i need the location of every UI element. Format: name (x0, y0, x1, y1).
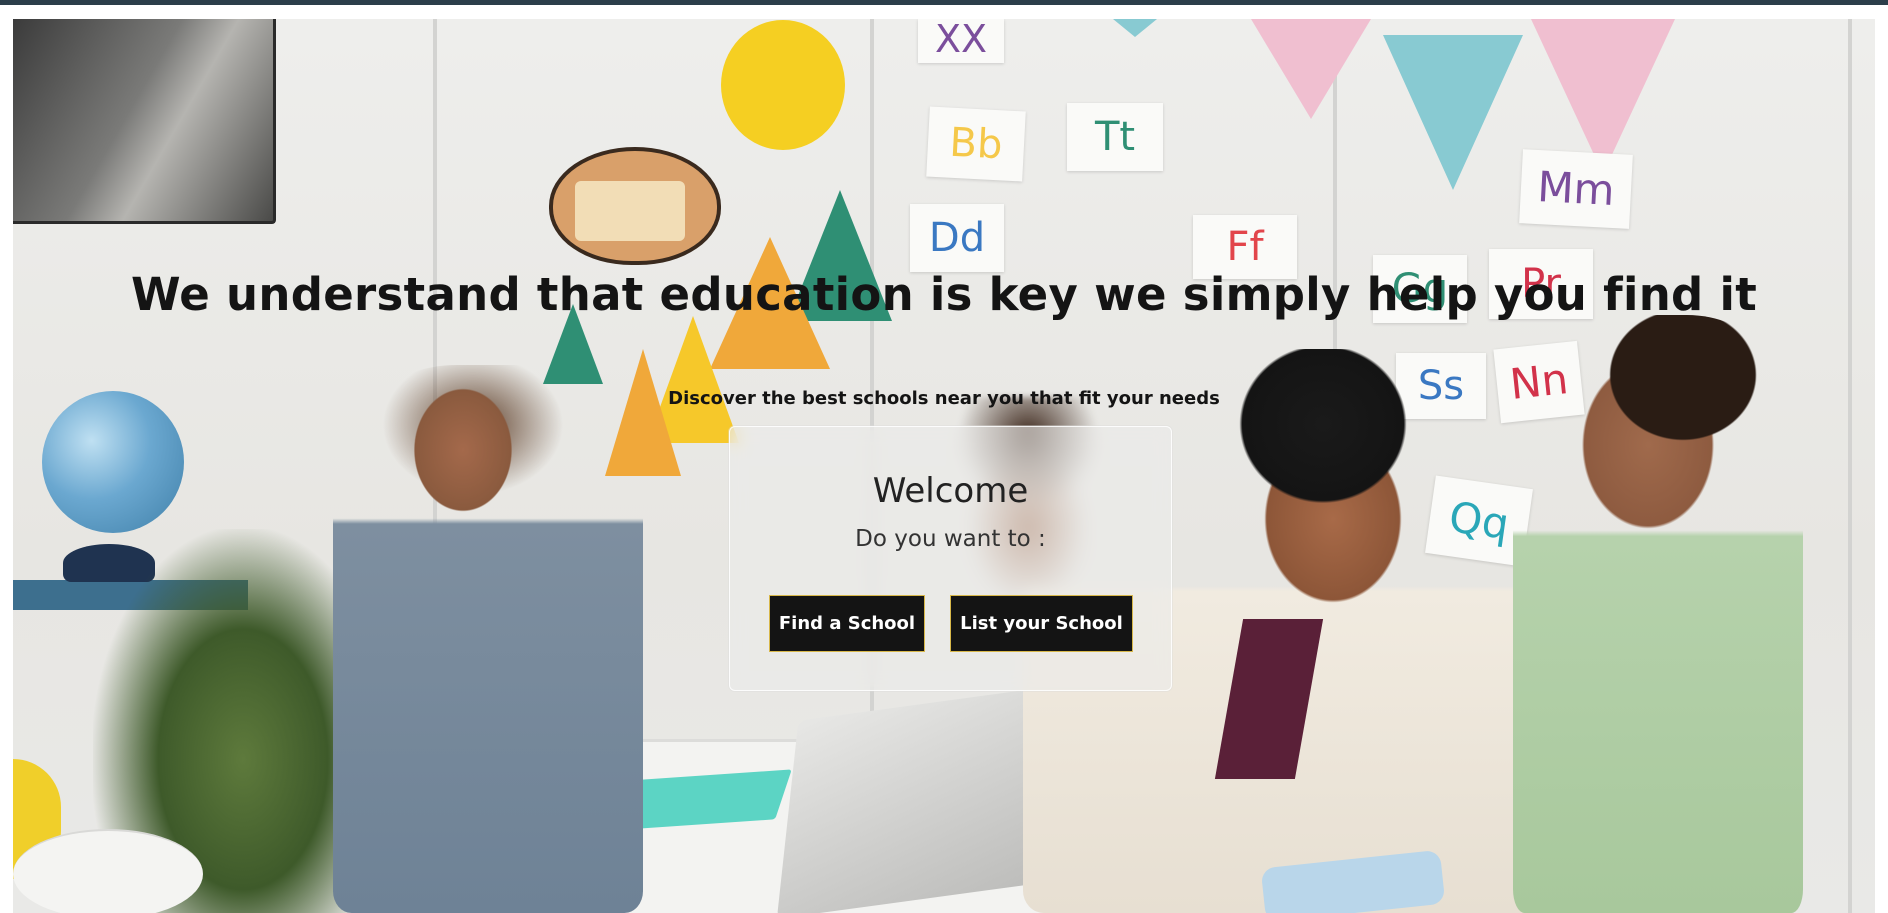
list-school-button[interactable]: List your School (950, 595, 1133, 652)
letter-card: Tt (1067, 103, 1163, 171)
bunting-flag (1113, 19, 1157, 37)
welcome-subtitle: Do you want to : (855, 526, 1046, 552)
bunting-flag (1251, 19, 1371, 119)
bunting-flag (1383, 35, 1523, 190)
letter-card: Dd (910, 204, 1004, 272)
hero-subline: Discover the best schools near you that … (668, 388, 1220, 409)
welcome-card: Welcome Do you want to : Find a School L… (729, 426, 1172, 691)
letter-card: Bb (926, 106, 1026, 182)
paper-speech-bubble-inner (575, 181, 685, 241)
girl-photo (333, 365, 643, 913)
top-bar (0, 0, 1888, 5)
wall-panel-divider (1848, 19, 1852, 913)
hero-headline: We understand that education is key we s… (130, 268, 1758, 321)
globe (42, 391, 184, 533)
find-school-button[interactable]: Find a School (769, 595, 925, 652)
letter-card: Mm (1519, 149, 1633, 229)
wall-tv (13, 19, 276, 224)
paper-sun (721, 20, 845, 150)
welcome-title: Welcome (872, 471, 1029, 511)
letter-card: XX (918, 19, 1004, 63)
side-table (13, 829, 203, 913)
